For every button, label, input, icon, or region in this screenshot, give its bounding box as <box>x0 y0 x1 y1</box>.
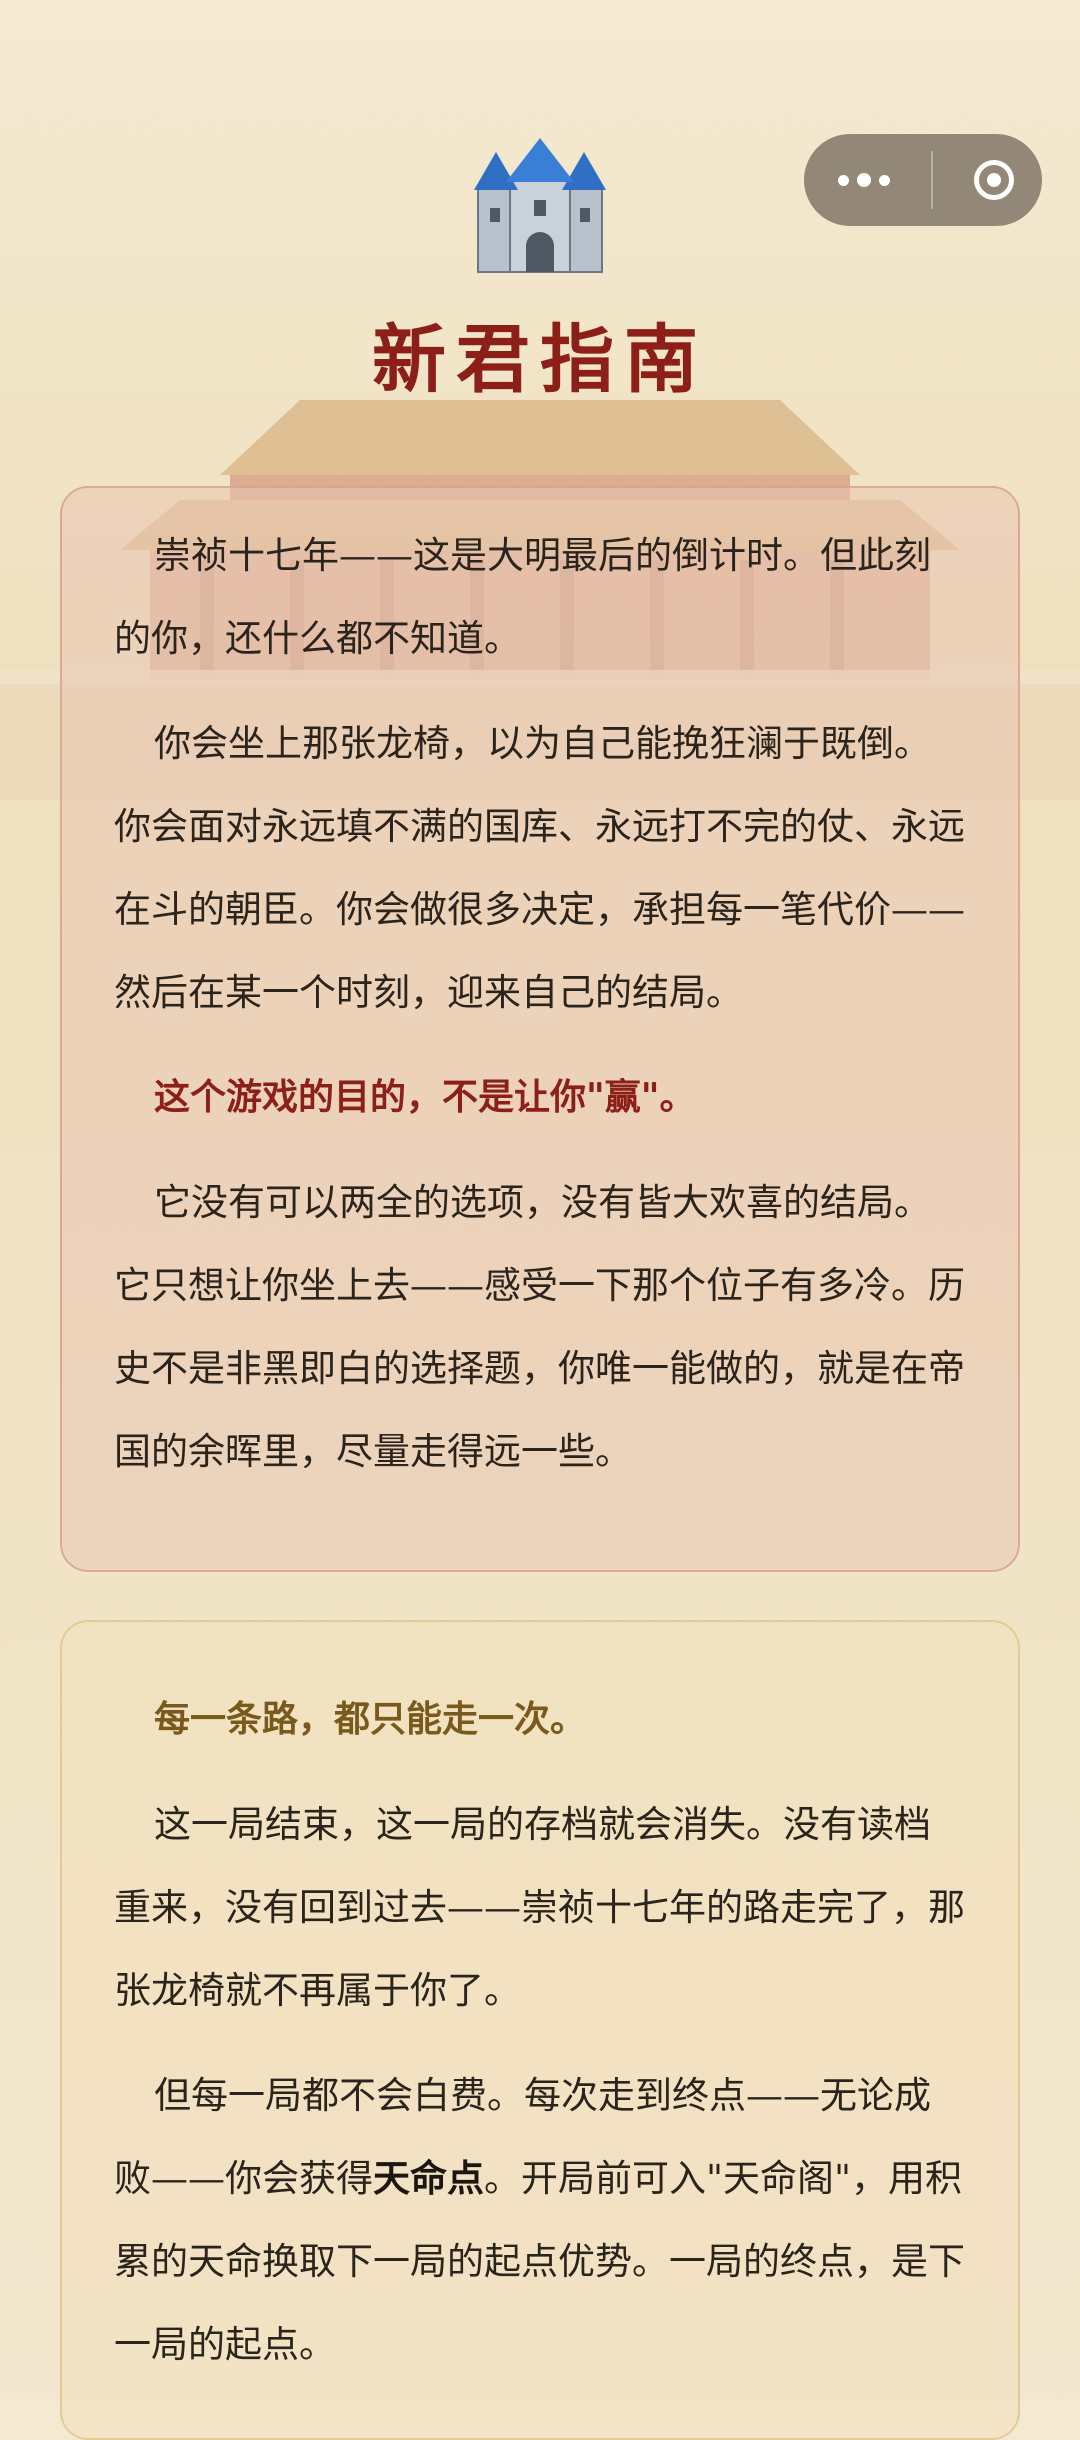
target-close-icon[interactable] <box>974 160 1014 200</box>
intro-paragraph-3: 它没有可以两全的选项，没有皆大欢喜的结局。它只想让你坐上去——感受一下那个位子有… <box>114 1181 965 1473</box>
rules-paragraph-1: 这一局结束，这一局的存档就会消失。没有读档重来，没有回到过去——崇祯十七年的路走… <box>114 1803 965 2012</box>
page-title: 新君指南 <box>372 317 708 403</box>
destiny-points-term: 天命点 <box>373 2156 484 2200</box>
capsule-divider <box>931 151 933 209</box>
castle-icon <box>474 138 606 273</box>
rules-paragraph-2: 但每一局都不会白费。每次走到终点——无论成败——你会获得天命点。开局前可入"天命… <box>114 2054 966 2386</box>
rules-card: 每一条路，都只能走一次。 这一局结束，这一局的存档就会消失。没有读档重来，没有回… <box>60 1620 1020 2440</box>
intro-paragraph-2: 你会坐上那张龙椅，以为自己能挽狂澜于既倒。你会面对永远填不满的国库、永远打不完的… <box>114 722 965 1014</box>
intro-paragraph-1: 崇祯十七年——这是大明最后的倒计时。但此刻的你，还什么都不知道。 <box>114 534 931 660</box>
more-dots-icon[interactable] <box>838 173 890 187</box>
intro-card: 崇祯十七年——这是大明最后的倒计时。但此刻的你，还什么都不知道。 你会坐上那张龙… <box>60 486 1020 1572</box>
miniprogram-capsule <box>804 134 1042 226</box>
intro-highlight: 这个游戏的目的，不是让你"赢"。 <box>154 1076 696 1118</box>
rules-highlight: 每一条路，都只能走一次。 <box>154 1698 587 1740</box>
